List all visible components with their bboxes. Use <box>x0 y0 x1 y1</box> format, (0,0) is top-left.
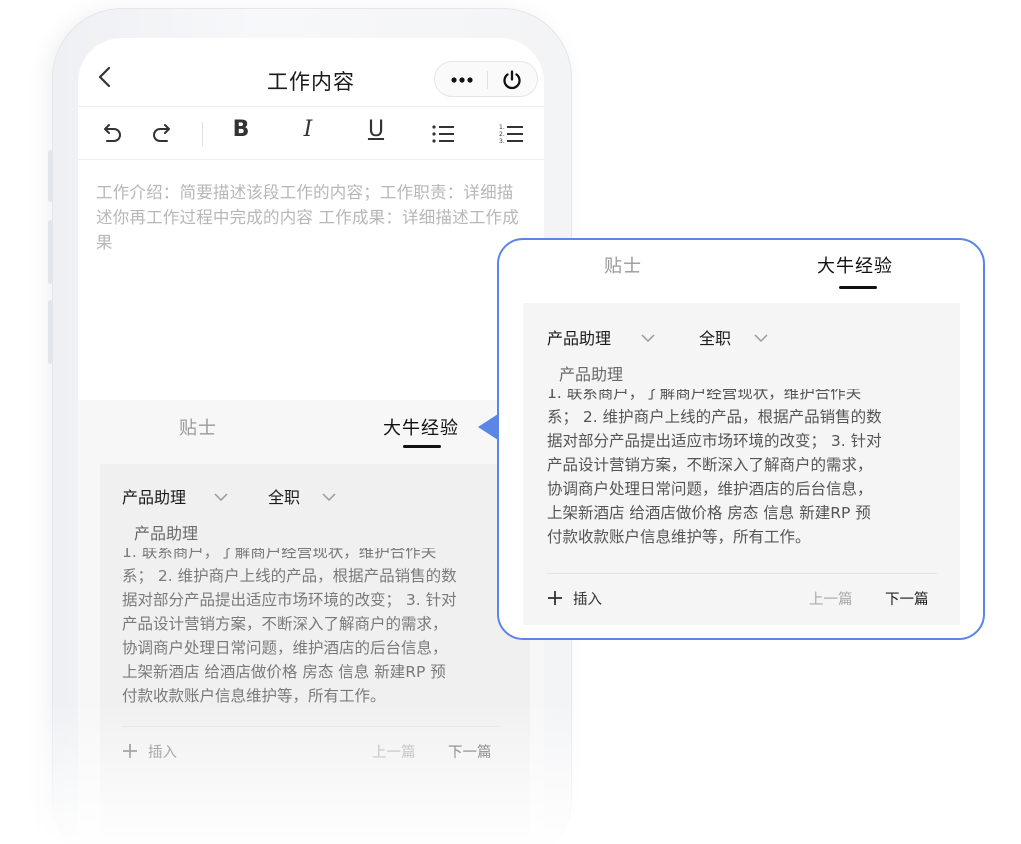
next-article-button[interactable]: 下一篇 <box>885 588 929 609</box>
bullet-list-icon[interactable] <box>430 121 456 147</box>
position-select[interactable]: 产品助理 <box>547 325 611 349</box>
plus-icon[interactable] <box>547 590 563 606</box>
content-line: 系； 2. 维护商户上线的产品，根据产品销售的数 <box>122 567 457 585</box>
prev-article-button[interactable]: 上一篇 <box>809 588 853 609</box>
job-type-select[interactable]: 全职 <box>699 325 731 349</box>
position-name: 产品助理 <box>134 524 199 543</box>
phone-side-button <box>48 150 53 202</box>
italic-button[interactable]: I <box>295 117 321 142</box>
experience-card: 产品助理 全职 产品助理 1. 联系商户，了解商户经营现状，维护合作关 系； 2… <box>523 303 960 625</box>
card-footer: 插入 上一篇 下一篇 <box>547 573 937 623</box>
zoom-callout: 贴士 大牛经验 产品助理 全职 产品助理 1. 联系商户，了解商户经营现状，维护… <box>497 238 985 640</box>
content-line: 1. 联系商户，了解商户经营现状，维护合作关 <box>547 389 862 402</box>
insert-button[interactable]: 插入 <box>573 588 602 609</box>
content-line: 产品设计营销方案，不断深入了解商户的需求， <box>122 615 448 633</box>
content-line: 据对部分产品提出适应市场环境的改变； 3. 针对 <box>122 591 457 609</box>
experience-content: 1. 联系商户，了解商户经营现状，维护合作关 系； 2. 维护商户上线的产品，根… <box>547 389 957 557</box>
bottom-fade-overlay <box>40 700 600 844</box>
phone-side-button <box>48 220 53 284</box>
content-line: 系； 2. 维护商户上线的产品，根据产品销售的数 <box>547 408 882 426</box>
callout-pointer <box>478 414 498 440</box>
position-select[interactable]: 产品助理 <box>122 484 186 508</box>
bold-button[interactable]: B <box>228 117 254 142</box>
chevron-down-icon[interactable] <box>214 492 228 502</box>
content-line: 上架新酒店 给酒店做价格 房态 信息 新建RP 预 <box>547 504 871 522</box>
capsule-divider <box>487 71 488 89</box>
nav-bar: 工作内容 <box>78 38 544 106</box>
chevron-down-icon[interactable] <box>641 333 655 343</box>
job-type-select[interactable]: 全职 <box>268 484 300 508</box>
tab-expert-experience[interactable]: 大牛经验 <box>817 252 893 278</box>
content-line: 付款收款账户信息维护等，所有工作。 <box>547 528 811 546</box>
editor-toolbar: B I U 1. 2. 3. <box>78 106 544 160</box>
chevron-down-icon[interactable] <box>754 333 768 343</box>
svg-text:3.: 3. <box>499 138 505 145</box>
editor-textarea[interactable]: 工作介绍：简要描述该段工作的内容；工作职责：详细描述你再工作过程中完成的内容 工… <box>96 180 526 255</box>
numbered-list-icon[interactable]: 1. 2. 3. <box>498 121 524 147</box>
svg-text:2.: 2. <box>499 131 505 138</box>
toolbar-separator <box>202 122 203 146</box>
tab-expert-experience[interactable]: 大牛经验 <box>383 414 459 440</box>
menu-capsule <box>434 61 538 97</box>
content-line: 上架新酒店 给酒店做价格 房态 信息 新建RP 预 <box>122 663 446 681</box>
undo-icon[interactable] <box>98 121 124 147</box>
active-tab-indicator <box>403 445 441 448</box>
svg-text:1.: 1. <box>499 124 505 131</box>
experience-content: 1. 联系商户，了解商户经营现状，维护合作关 系； 2. 维护商户上线的产品，根… <box>122 548 522 716</box>
position-name: 产品助理 <box>559 365 624 384</box>
power-icon[interactable] <box>501 69 523 91</box>
tab-tips[interactable]: 贴士 <box>604 252 642 278</box>
more-icon[interactable] <box>449 71 475 89</box>
tips-tabs: 贴士 大牛经验 <box>78 400 544 464</box>
redo-icon[interactable] <box>150 121 176 147</box>
content-line: 协调商户处理日常问题，维护酒店的后台信息， <box>122 639 448 657</box>
content-line: 1. 联系商户，了解商户经营现状，维护合作关 <box>122 548 437 561</box>
phone-side-button <box>48 300 53 364</box>
tab-tips[interactable]: 贴士 <box>179 414 217 440</box>
chevron-down-icon[interactable] <box>322 492 336 502</box>
content-line: 产品设计营销方案，不断深入了解商户的需求， <box>547 456 873 474</box>
content-line: 协调商户处理日常问题，维护酒店的后台信息， <box>547 480 873 498</box>
underline-button[interactable]: U <box>363 117 389 142</box>
active-tab-indicator <box>839 286 877 289</box>
content-line: 据对部分产品提出适应市场环境的改变； 3. 针对 <box>547 432 882 450</box>
